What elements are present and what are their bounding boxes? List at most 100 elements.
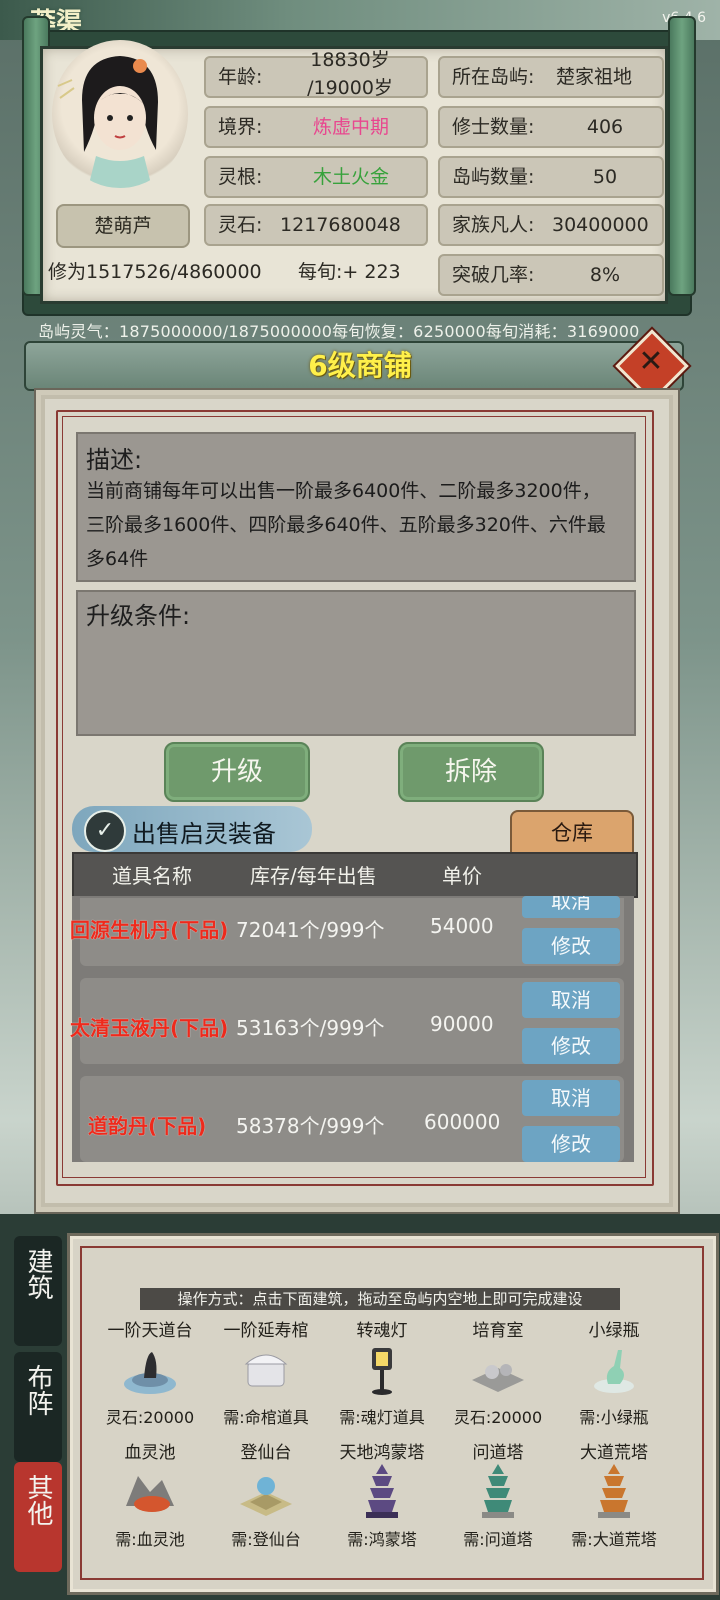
island-label: 所在岛屿: xyxy=(452,66,535,88)
breakthrough-label: 突破几率: xyxy=(452,264,535,286)
building-tile[interactable]: 一阶天道台 灵石:20000 xyxy=(94,1316,206,1427)
building-name: 问道塔 xyxy=(472,1443,524,1463)
building-tile[interactable]: 大道荒塔 需:大道荒塔 xyxy=(558,1438,670,1549)
building-cost: 需:小绿瓶 xyxy=(579,1408,649,1427)
age-max: /19000岁 xyxy=(307,77,393,99)
sell-equipment-label: 出售启灵装备 xyxy=(132,820,276,848)
cultivation-progress: 修为1517526/4860000 xyxy=(48,261,262,283)
mortals-label: 家族凡人: xyxy=(452,214,535,236)
edit-button[interactable]: 修改 xyxy=(522,1028,620,1064)
item-name: 道韵丹(下品) xyxy=(88,1114,207,1138)
tab-other[interactable]: 其他 xyxy=(14,1462,62,1572)
wendao-tower-icon xyxy=(482,1464,514,1518)
island-value: 楚家祖地 xyxy=(556,66,633,88)
coffin-icon xyxy=(244,1354,288,1387)
cultivators-chip: 修士数量: 406 xyxy=(438,106,664,148)
root-label: 灵根: xyxy=(218,166,263,188)
cultivators-value: 406 xyxy=(586,116,624,138)
avatar[interactable] xyxy=(52,40,188,188)
column-item-name: 道具名称 xyxy=(112,864,192,888)
item-price: 90000 xyxy=(430,1012,494,1036)
item-stock: 72041个/999个 xyxy=(236,918,385,942)
build-hint: 操作方式：点击下面建筑，拖动至岛屿内空地上即可完成建设 xyxy=(140,1288,620,1310)
tab-formation-label: 布阵 xyxy=(23,1364,53,1416)
soul-lamp-icon xyxy=(372,1348,392,1395)
building-cost: 需:魂灯道具 xyxy=(339,1408,425,1427)
building-tile[interactable]: 培育室 灵石:20000 xyxy=(442,1316,554,1427)
item-price: 54000 xyxy=(430,914,494,938)
breakthrough-value: 8% xyxy=(589,264,621,286)
island-qi-status: 岛屿灵气：1875000000/1875000000每旬恢复：6250000每旬… xyxy=(38,322,640,341)
stones-chip: 灵石: 1217680048 xyxy=(204,204,428,246)
stones-label: 灵石: xyxy=(218,214,263,236)
realm-chip: 境界: 炼虚中期 xyxy=(204,106,428,148)
building-tile[interactable]: 问道塔 需:问道塔 xyxy=(442,1438,554,1549)
cancel-button[interactable]: 取消 xyxy=(522,1080,620,1116)
cancel-button[interactable]: 取消 xyxy=(522,982,620,1018)
age-chip: 年龄: 18830岁 /19000岁 xyxy=(204,49,428,99)
breakthrough-chip: 突破几率: 8% xyxy=(438,254,664,296)
per-turn-gain: 每旬:+ 223 xyxy=(298,261,401,283)
building-name: 一阶延寿棺 xyxy=(223,1321,309,1341)
item-price: 600000 xyxy=(424,1110,501,1134)
green-bottle-icon xyxy=(594,1350,634,1393)
edit-button[interactable]: 修改 xyxy=(522,1126,620,1162)
root-value: 木土火金 xyxy=(312,166,389,188)
hongmeng-tower-icon xyxy=(366,1464,398,1518)
building-tile[interactable]: 天地鸿蒙塔 需:鸿蒙塔 xyxy=(326,1438,438,1549)
blood-pool-icon xyxy=(126,1476,174,1512)
ascension-platform-icon xyxy=(240,1477,292,1516)
building-cost: 需:问道塔 xyxy=(463,1530,533,1549)
realm-value: 炼虚中期 xyxy=(312,116,389,138)
building-name: 登仙台 xyxy=(240,1443,292,1463)
column-price: 单价 xyxy=(442,864,482,888)
nursery-icon xyxy=(472,1364,524,1392)
dialog-title: 6级商铺 xyxy=(308,349,412,382)
close-icon[interactable]: ✕ xyxy=(631,342,671,382)
item-stock: 58378个/999个 xyxy=(236,1114,385,1138)
building-name: 一阶天道台 xyxy=(107,1321,193,1341)
building-tile[interactable]: 转魂灯 需:魂灯道具 xyxy=(326,1316,438,1427)
upgrade-button[interactable]: 升级 xyxy=(164,742,310,802)
mortals-chip: 家族凡人: 30400000 xyxy=(438,204,664,246)
building-cost: 灵石:20000 xyxy=(453,1408,543,1427)
scroll-rod-right xyxy=(668,16,696,296)
tab-formation[interactable]: 布阵 xyxy=(14,1352,62,1462)
building-cost: 需:命棺道具 xyxy=(223,1408,309,1427)
building-cost: 灵石:20000 xyxy=(105,1408,195,1427)
mortals-value: 30400000 xyxy=(552,214,649,236)
demolish-button[interactable]: 拆除 xyxy=(398,742,544,802)
character-portrait-icon xyxy=(57,56,158,188)
realm-label: 境界: xyxy=(218,116,263,138)
building-name: 培育室 xyxy=(472,1321,524,1341)
edit-button[interactable]: 修改 xyxy=(522,928,620,964)
islands-label: 岛屿数量: xyxy=(452,166,535,188)
root-chip: 灵根: 木土火金 xyxy=(204,156,428,198)
islands-chip: 岛屿数量: 50 xyxy=(438,156,664,198)
building-cost: 需:大道荒塔 xyxy=(571,1530,657,1549)
stones-value: 1217680048 xyxy=(280,214,401,236)
item-name: 太清玉液丹(下品) xyxy=(70,1016,229,1040)
building-tile[interactable]: 登仙台 需:登仙台 xyxy=(210,1438,322,1549)
tab-build[interactable]: 建筑 xyxy=(14,1236,62,1346)
building-tile[interactable]: 一阶延寿棺 需:命棺道具 xyxy=(210,1316,322,1427)
building-cost: 需:鸿蒙塔 xyxy=(347,1530,417,1549)
great-dao-tower-icon xyxy=(598,1464,630,1518)
age-label: 年龄: xyxy=(218,66,263,88)
item-stock: 53163个/999个 xyxy=(236,1016,385,1040)
islands-value: 50 xyxy=(592,166,618,188)
warehouse-tab[interactable]: 仓库 xyxy=(510,810,634,856)
building-name: 小绿瓶 xyxy=(588,1321,640,1341)
building-name: 转魂灯 xyxy=(356,1321,408,1341)
upgrade-requirements-title: 升级条件: xyxy=(86,602,191,630)
building-tile[interactable]: 血灵池 需:血灵池 xyxy=(94,1438,206,1549)
island-chip: 所在岛屿: 楚家祖地 xyxy=(438,56,664,98)
cancel-button[interactable]: 取消 xyxy=(522,896,620,918)
checkmark-icon[interactable]: ✓ xyxy=(84,810,126,852)
building-tile[interactable]: 小绿瓶 需:小绿瓶 xyxy=(558,1316,670,1427)
player-name[interactable]: 楚萌芦 xyxy=(56,204,190,248)
age-value: 18830岁 /19000岁 xyxy=(280,46,420,102)
building-cost: 需:血灵池 xyxy=(115,1530,185,1549)
description-title: 描述: xyxy=(86,446,143,474)
building-name: 大道荒塔 xyxy=(580,1443,648,1463)
